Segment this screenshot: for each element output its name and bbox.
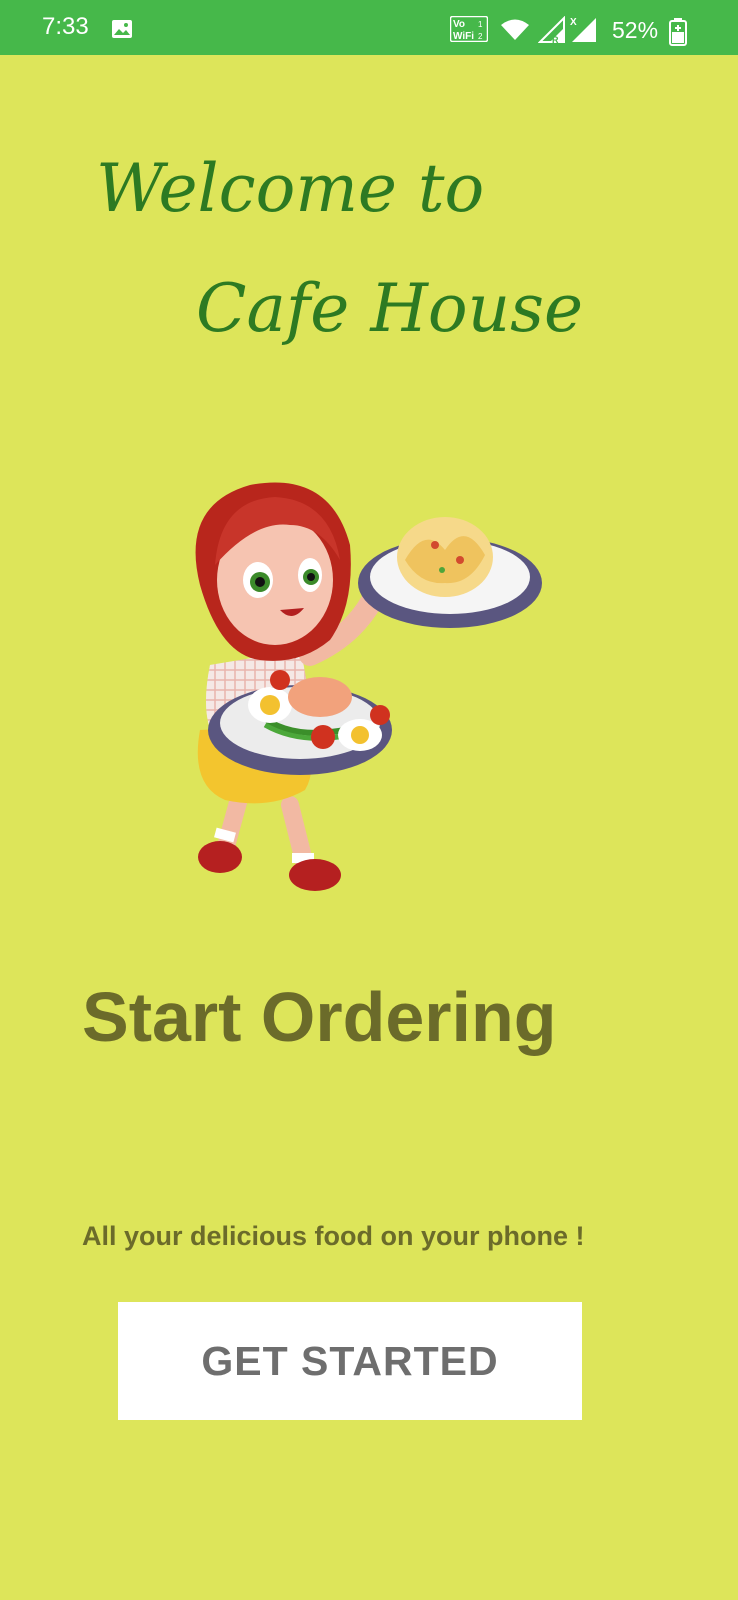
svg-text:2: 2: [478, 32, 483, 41]
signal-icon: R: [538, 16, 565, 44]
svg-text:WiFi: WiFi: [453, 31, 474, 42]
signal-icon: X: [570, 17, 596, 42]
svg-text:R: R: [552, 35, 559, 44]
volte-wifi-icon: Vo WiFi 1 2: [450, 16, 488, 42]
welcome-heading-line2: Cafe House: [196, 270, 584, 347]
tagline: All your delicious food on your phone !: [82, 1221, 585, 1251]
start-ordering-title: Start Ordering: [82, 978, 557, 1056]
get-started-button[interactable]: GET STARTED: [118, 1302, 582, 1420]
svg-text:X: X: [570, 17, 577, 28]
welcome-heading-line1: Welcome to: [96, 150, 485, 227]
status-time: 7:33: [42, 13, 89, 40]
status-bar: 7:33 Vo WiFi 1 2 R X 52%: [0, 0, 738, 55]
gallery-icon: [112, 20, 132, 38]
svg-text:1: 1: [478, 20, 483, 29]
svg-text:Vo: Vo: [453, 19, 465, 30]
wifi-icon: [501, 19, 529, 40]
waitress-illustration: [195, 482, 542, 891]
battery-icon: [669, 18, 687, 46]
battery-percent: 52%: [612, 17, 659, 43]
